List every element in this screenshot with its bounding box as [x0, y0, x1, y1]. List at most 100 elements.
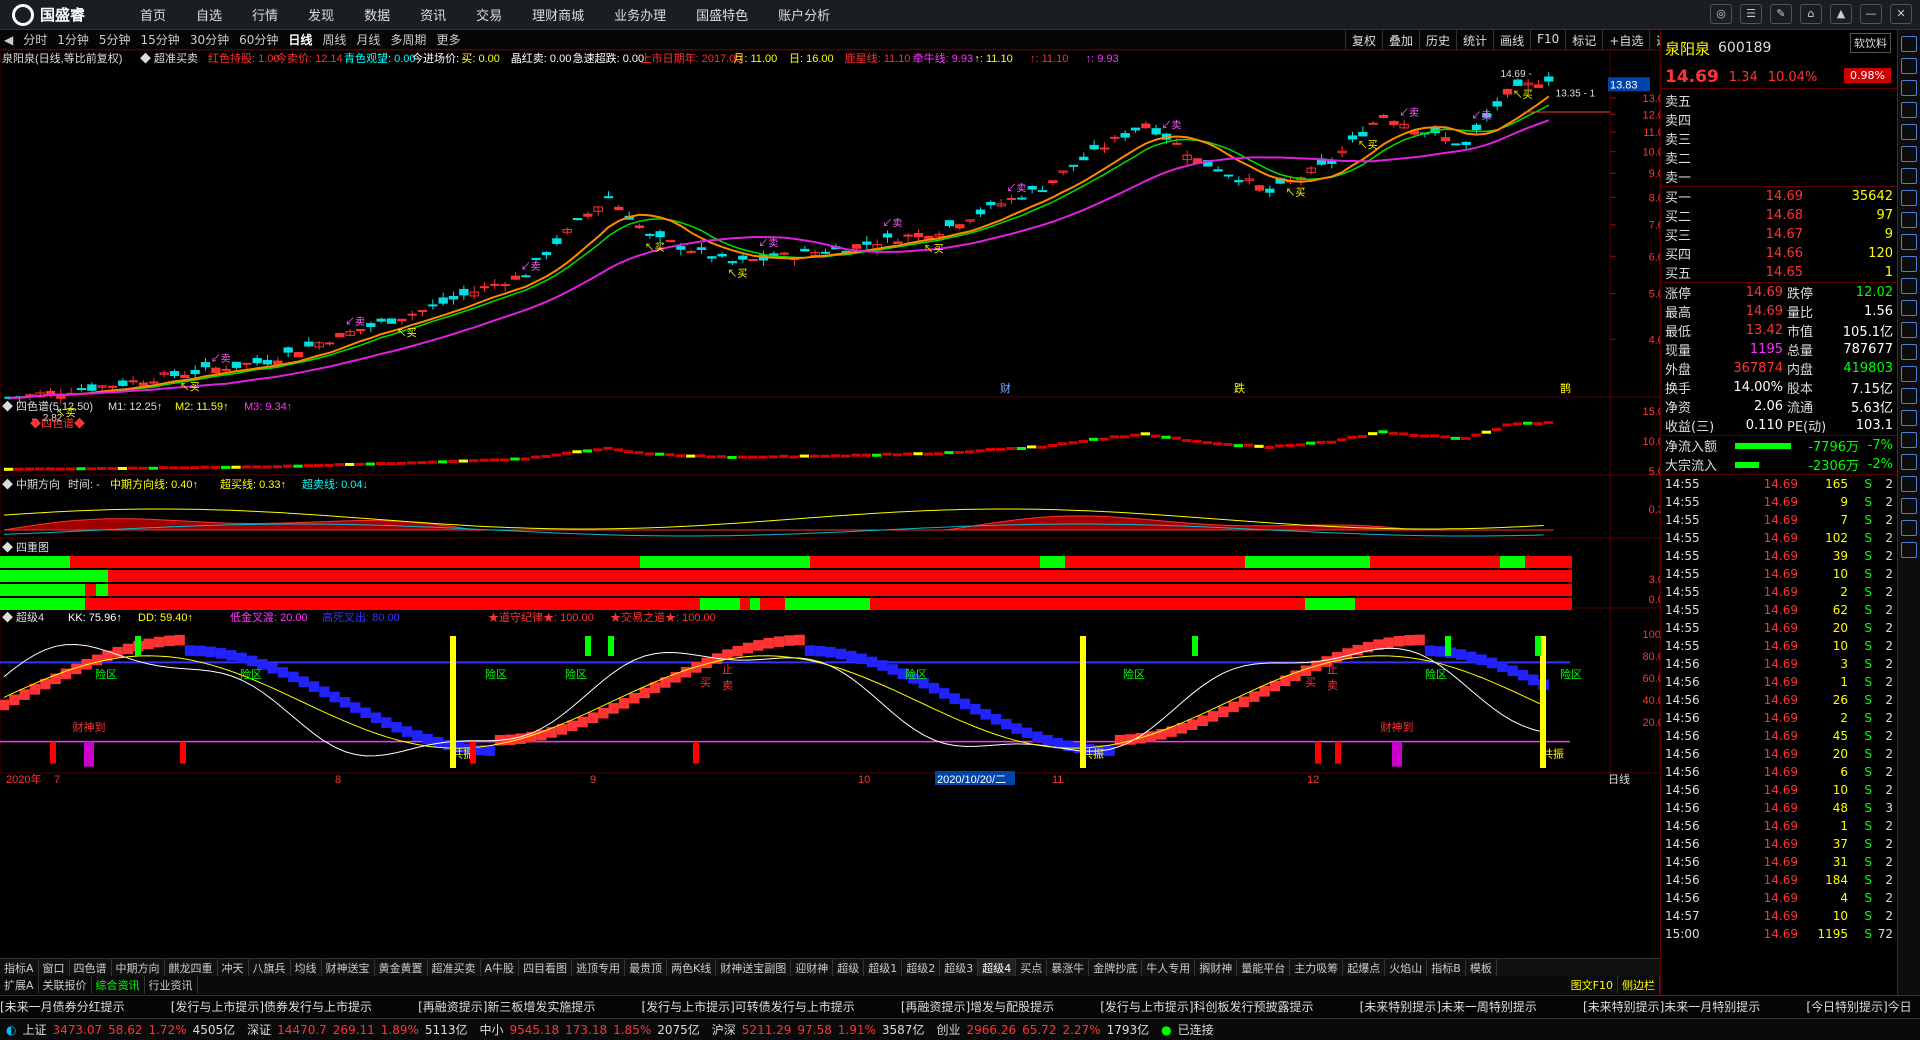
sidebar-tool-icon[interactable]: [1901, 36, 1917, 52]
sidebar-tool-icon[interactable]: [1901, 58, 1917, 74]
info-tab-0[interactable]: 扩展A: [0, 976, 39, 994]
tab-7[interactable]: 均线: [291, 959, 322, 976]
tab-8[interactable]: 财神送宝: [322, 959, 375, 976]
tool-3[interactable]: 统计: [1456, 30, 1493, 50]
tool-5[interactable]: F10: [1530, 30, 1565, 50]
tool-4[interactable]: 画线: [1493, 30, 1530, 50]
tab-3[interactable]: 中期方向: [112, 959, 165, 976]
tab-4[interactable]: 麒龙四重: [165, 959, 218, 976]
tab-18[interactable]: 超级: [833, 959, 865, 976]
tab-31[interactable]: 火焰山: [1385, 959, 1428, 976]
tab-16[interactable]: 财神送宝副图: [716, 959, 792, 976]
menu-item-9[interactable]: 国盛特色: [696, 5, 748, 24]
sidebar-tool-icon[interactable]: [1901, 476, 1917, 492]
sidebar-tool-icon[interactable]: [1901, 410, 1917, 426]
sidebar-tool-icon[interactable]: [1901, 344, 1917, 360]
news-item-5[interactable]: [发行与上市提示]科创板发行预披露提示: [1100, 996, 1313, 1017]
menu-item-2[interactable]: 行情: [252, 5, 278, 24]
sidebar-tool-icon[interactable]: [1901, 278, 1917, 294]
news-item-8[interactable]: [今日特别提示]今日: [1806, 996, 1911, 1017]
sidebar-tool-icon[interactable]: [1901, 80, 1917, 96]
tool-0[interactable]: 复权: [1345, 30, 1382, 50]
tab-32[interactable]: 指标B: [1427, 959, 1466, 976]
index-name-2[interactable]: 中小: [479, 1021, 503, 1038]
news-item-0[interactable]: [未来一月债券分红提示: [0, 996, 125, 1017]
tab-20[interactable]: 超级2: [902, 959, 941, 976]
tool-1[interactable]: 叠加: [1382, 30, 1419, 50]
menu-item-7[interactable]: 理财商城: [532, 5, 584, 24]
back-icon[interactable]: ◀: [4, 33, 13, 47]
side-tab-1[interactable]: 侧边栏: [1618, 976, 1660, 994]
info-tab-2[interactable]: 综合资讯: [92, 976, 145, 994]
sidebar-tool-icon[interactable]: [1901, 454, 1917, 470]
menu-item-0[interactable]: 首页: [140, 5, 166, 24]
sidebar-tool-icon[interactable]: [1901, 256, 1917, 272]
sidebar-tool-icon[interactable]: [1901, 168, 1917, 184]
index-name-4[interactable]: 创业: [936, 1021, 960, 1038]
sidebar-tool-icon[interactable]: [1901, 234, 1917, 250]
tab-30[interactable]: 起爆点: [1343, 959, 1386, 976]
tab-19[interactable]: 超级1: [864, 959, 903, 976]
period-2[interactable]: 5分钟: [99, 31, 131, 48]
app-logo[interactable]: 国盛睿: [0, 3, 140, 26]
tab-12[interactable]: 四目看图: [519, 959, 573, 976]
tab-0[interactable]: 指标A: [0, 959, 39, 976]
news-item-1[interactable]: [发行与上市提示]债券发行与上市提示: [171, 996, 372, 1017]
tab-14[interactable]: 最贵顶: [625, 959, 668, 976]
index-name-0[interactable]: 上证: [22, 1021, 46, 1038]
tab-10[interactable]: 超准买卖: [428, 959, 481, 976]
tab-21[interactable]: 超级3: [940, 959, 979, 976]
tab-2[interactable]: 四色谱: [70, 959, 112, 976]
period-9[interactable]: 多周期: [390, 31, 426, 48]
tab-15[interactable]: 两色K线: [667, 959, 717, 976]
tab-33[interactable]: 模板: [1466, 959, 1497, 976]
sidebar-tool-icon[interactable]: [1901, 322, 1917, 338]
tab-26[interactable]: 牛人专用: [1142, 959, 1196, 976]
sidebar-tool-icon[interactable]: [1901, 300, 1917, 316]
period-0[interactable]: 分时: [23, 31, 47, 48]
tab-6[interactable]: 八旗兵: [249, 959, 291, 976]
period-7[interactable]: 周线: [322, 31, 346, 48]
kline-chart-svg[interactable]: 泉阳泉(日线,等比前复权) ◆ 超准买卖 红色持股: 1.00今卖价: 12.14 青…: [0, 50, 1660, 945]
shirt-icon[interactable]: ▲: [1830, 4, 1852, 24]
sidebar-tool-icon[interactable]: [1901, 102, 1917, 118]
period-8[interactable]: 月线: [356, 31, 380, 48]
tab-24[interactable]: 暴涨牛: [1047, 959, 1090, 976]
tab-25[interactable]: 金牌抄底: [1089, 959, 1143, 976]
tool-2[interactable]: 历史: [1419, 30, 1456, 50]
sidebar-tool-icon[interactable]: [1901, 124, 1917, 140]
tab-28[interactable]: 量能平台: [1237, 959, 1291, 976]
bell-icon[interactable]: ☰: [1740, 4, 1762, 24]
period-5[interactable]: 60分钟: [239, 31, 278, 48]
news-item-4[interactable]: [再融资提示]增发与配股提示: [901, 996, 1054, 1017]
tools-icon[interactable]: ✎: [1770, 4, 1792, 24]
sidebar-tool-icon[interactable]: [1901, 520, 1917, 536]
menu-item-10[interactable]: 账户分析: [778, 5, 830, 24]
tab-5[interactable]: 冲天: [218, 959, 249, 976]
menu-item-4[interactable]: 数据: [364, 5, 390, 24]
tab-27[interactable]: 搁财神: [1195, 959, 1238, 976]
sidebar-tool-icon[interactable]: [1901, 146, 1917, 162]
tab-23[interactable]: 买点: [1016, 959, 1048, 976]
sidebar-tool-icon[interactable]: [1901, 212, 1917, 228]
side-tab-0[interactable]: 图文F10: [1567, 976, 1618, 994]
period-1[interactable]: 1分钟: [57, 31, 89, 48]
message-icon[interactable]: ◎: [1710, 4, 1732, 24]
info-tab-1[interactable]: 关联报价: [39, 976, 92, 994]
sidebar-tool-icon[interactable]: [1901, 366, 1917, 382]
sidebar-tool-icon[interactable]: [1901, 498, 1917, 514]
info-tab-3[interactable]: 行业资讯: [145, 976, 198, 994]
minimize-icon[interactable]: —: [1860, 4, 1882, 24]
period-4[interactable]: 30分钟: [190, 31, 229, 48]
news-item-3[interactable]: [发行与上市提示]可转债发行与上市提示: [641, 996, 854, 1017]
period-6[interactable]: 日线: [288, 31, 312, 48]
skin-icon[interactable]: ⌂: [1800, 4, 1822, 24]
index-name-1[interactable]: 深证: [247, 1021, 271, 1038]
news-item-6[interactable]: [未来特别提示]未来一周特别提示: [1360, 996, 1537, 1017]
period-10[interactable]: 更多: [436, 31, 460, 48]
news-item-2[interactable]: [再融资提示]新三板增发实施提示: [418, 996, 595, 1017]
tab-29[interactable]: 主力吸筹: [1290, 959, 1344, 976]
tab-1[interactable]: 窗口: [39, 959, 70, 976]
close-icon[interactable]: ✕: [1890, 4, 1912, 24]
tab-11[interactable]: A牛股: [481, 959, 520, 976]
